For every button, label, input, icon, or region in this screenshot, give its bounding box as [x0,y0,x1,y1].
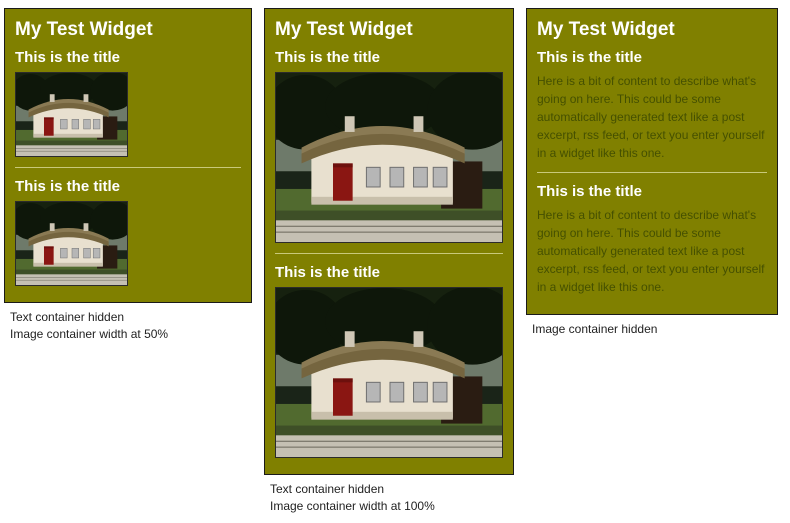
item-body: Here is a bit of content to describe wha… [537,206,767,296]
widget-3: My Test Widget This is the title Here is… [526,8,778,315]
divider [537,172,767,173]
item-title: This is the title [275,49,503,66]
widget-column-2: My Test Widget This is the title This is… [264,8,514,515]
item-title: This is the title [537,49,767,66]
widget-header: My Test Widget [15,19,241,41]
caption-line: Text container hidden [10,309,252,326]
caption: Text container hidden Image container wi… [10,309,252,343]
caption: Text container hidden Image container wi… [270,481,514,515]
item-title: This is the title [275,264,503,281]
widget-header: My Test Widget [537,19,767,41]
widget-2: My Test Widget This is the title This is… [264,8,514,475]
cottage-image [275,287,503,458]
caption-line: Text container hidden [270,481,514,498]
caption: Image container hidden [532,321,778,338]
image-container-100 [275,72,503,243]
image-container-100 [275,287,503,458]
widget-header: My Test Widget [275,19,503,41]
widget-1: My Test Widget This is the title This is… [4,8,252,303]
cottage-image [275,72,503,243]
divider [15,167,241,168]
cottage-image [15,72,128,157]
item-body: Here is a bit of content to describe wha… [537,72,767,162]
widget-column-3: My Test Widget This is the title Here is… [526,8,778,338]
widget-column-1: My Test Widget This is the title This is… [4,8,252,343]
image-container-50 [15,201,128,286]
item-title: This is the title [537,183,767,200]
caption-line: Image container hidden [532,321,778,338]
item-title: This is the title [15,178,241,195]
caption-line: Image container width at 100% [270,498,514,515]
image-container-50 [15,72,128,157]
cottage-image [15,201,128,286]
caption-line: Image container width at 50% [10,326,252,343]
item-title: This is the title [15,49,241,66]
divider [275,253,503,254]
